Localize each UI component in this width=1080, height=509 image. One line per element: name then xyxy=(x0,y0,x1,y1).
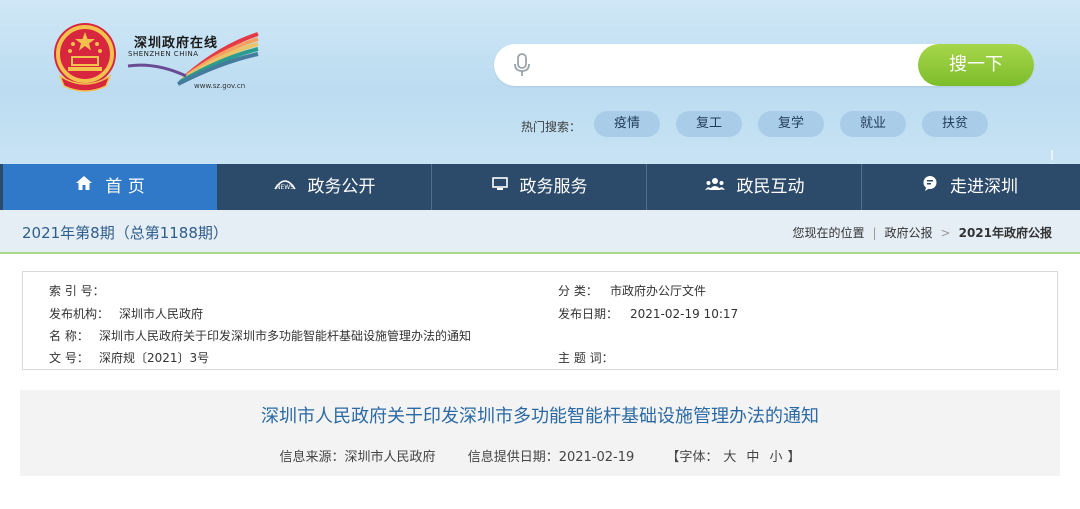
microphone-icon[interactable] xyxy=(512,53,532,77)
meta-index-number: 索 引 号： xyxy=(49,282,111,299)
nav-item-gov-affairs-open[interactable]: NEWS 政务公开 xyxy=(218,164,432,210)
people-icon xyxy=(704,164,725,210)
breadcrumb-2021-gazette[interactable]: 2021年政府公报 xyxy=(959,224,1052,241)
nav-item-citizen-interaction[interactable]: 政民互动 xyxy=(648,164,862,210)
hot-tag-epidemic[interactable]: 疫情 xyxy=(594,111,660,137)
meta-key: 文 号： xyxy=(49,351,89,365)
search-button[interactable]: 搜一下 xyxy=(918,44,1034,86)
meta-value: 2021-02-19 10:17 xyxy=(630,307,739,321)
news-icon: NEWS xyxy=(273,164,296,210)
meta-subject-words: 主 题 词： xyxy=(558,349,620,366)
nav-label-explore-shenzhen: 走进深圳 xyxy=(950,177,1018,197)
search-input[interactable] xyxy=(544,50,904,80)
nav-label-gov-affairs-open: 政务公开 xyxy=(307,177,376,197)
site-header: 深圳政府在线 SHENZHEN CHINA www.sz.gov.cn 搜一下 … xyxy=(0,0,1080,164)
svg-text:NEWS: NEWS xyxy=(275,184,293,191)
font-size-switcher: 【字体： 大中小】 xyxy=(666,446,800,465)
chat-bubble-icon xyxy=(922,164,938,210)
meta-key: 主 题 词： xyxy=(558,351,614,365)
article-title: 深圳市人民政府关于印发深圳市多功能智能杆基础设施管理办法的通知 xyxy=(261,406,819,427)
logo-chinese-text: 深圳政府在线 xyxy=(134,36,219,51)
hot-tag-resume-school[interactable]: 复学 xyxy=(758,111,824,137)
article-header: 深圳市人民政府关于印发深圳市多功能智能杆基础设施管理办法的通知 信息来源：深圳市… xyxy=(20,390,1060,476)
document-metadata: 索 引 号： 发布机构： 深圳市人民政府 名 称： 深圳市人民政府关于印发深圳市多功… xyxy=(22,271,1058,370)
font-size-large-button[interactable]: 大 xyxy=(723,450,736,465)
info-provided-date: 信息提供日期：2021-02-19 xyxy=(467,450,635,465)
breadcrumb-separator: > xyxy=(940,226,951,240)
meta-key: 分 类： xyxy=(558,284,598,298)
breadcrumb-gov-gazette[interactable]: 政府公报 xyxy=(885,224,933,241)
meta-key: 发布日期： xyxy=(558,307,619,321)
breadcrumb: 您现在的位置 | 政府公报 >2021年政府公报 xyxy=(792,224,1052,241)
hot-tag-employment[interactable]: 就业 xyxy=(840,111,906,137)
info-source: 信息来源：深圳市人民政府 xyxy=(279,450,436,465)
meta-value: 深圳市人民政府 xyxy=(119,307,204,321)
meta-value: 深圳市人民政府关于印发深圳市多功能智能杆基础设施管理办法的通知 xyxy=(99,329,472,343)
nav-item-explore-shenzhen[interactable]: 走进深圳 xyxy=(863,164,1077,210)
meta-name: 名 称： 深圳市人民政府关于印发深圳市多功能智能杆基础设施管理办法的通知 xyxy=(49,327,471,344)
main-nav: 首 页 NEWS 政务公开 政务服务 政民互动 走进深圳 xyxy=(0,164,1080,210)
meta-value: 深府规〔2021〕3号 xyxy=(99,351,210,365)
font-size-label-close: 】 xyxy=(787,450,801,465)
breadcrumb-separator: | xyxy=(872,226,877,240)
home-icon xyxy=(75,164,93,210)
meta-key: 发布机构： xyxy=(49,307,110,321)
monitor-icon xyxy=(491,164,508,210)
hot-tag-resume-work[interactable]: 复工 xyxy=(676,111,742,137)
site-logo[interactable]: 深圳政府在线 SHENZHEN CHINA www.sz.gov.cn xyxy=(126,26,266,92)
logo-english-text: SHENZHEN CHINA xyxy=(128,50,199,58)
hot-tag-poverty-relief[interactable]: 扶贫 xyxy=(922,111,988,137)
meta-key: 索 引 号： xyxy=(49,284,105,298)
meta-publish-date: 发布日期： 2021-02-19 10:17 xyxy=(558,305,738,322)
hot-search-label: 热门搜索： xyxy=(521,120,582,134)
font-size-label: 【字体： xyxy=(666,450,719,465)
search-bar: 搜一下 xyxy=(494,44,1034,86)
meta-issuer: 发布机构： 深圳市人民政府 xyxy=(49,305,203,322)
issue-title: 2021年第8期（总第1188期） xyxy=(22,224,228,242)
national-emblem-icon xyxy=(54,23,116,92)
meta-doc-number: 文 号： 深府规〔2021〕3号 xyxy=(49,349,209,366)
font-size-medium-button[interactable]: 中 xyxy=(746,450,759,465)
nav-label-home: 首 页 xyxy=(105,177,145,197)
article-info: 信息来源：深圳市人民政府 信息提供日期：2021-02-19 【字体： 大中小】 xyxy=(20,446,1060,465)
nav-label-citizen-interaction: 政民互动 xyxy=(736,177,805,197)
font-size-small-button[interactable]: 小 xyxy=(769,450,782,465)
breadcrumb-label: 您现在的位置 xyxy=(792,226,865,240)
meta-key: 名 称： xyxy=(49,329,89,343)
nav-item-home[interactable]: 首 页 xyxy=(3,164,217,210)
logo-url-text: www.sz.gov.cn xyxy=(194,82,246,90)
nav-label-gov-services: 政务服务 xyxy=(519,177,588,197)
meta-value: 市政府办公厅文件 xyxy=(610,284,707,298)
nav-item-gov-services[interactable]: 政务服务 xyxy=(433,164,647,210)
meta-category: 分 类： 市政府办公厅文件 xyxy=(558,282,706,299)
skyscraper-decoration-icon xyxy=(1050,150,1054,164)
issue-bar: 2021年第8期（总第1188期） 您现在的位置 | 政府公报 >2021年政府公报 xyxy=(0,210,1080,254)
